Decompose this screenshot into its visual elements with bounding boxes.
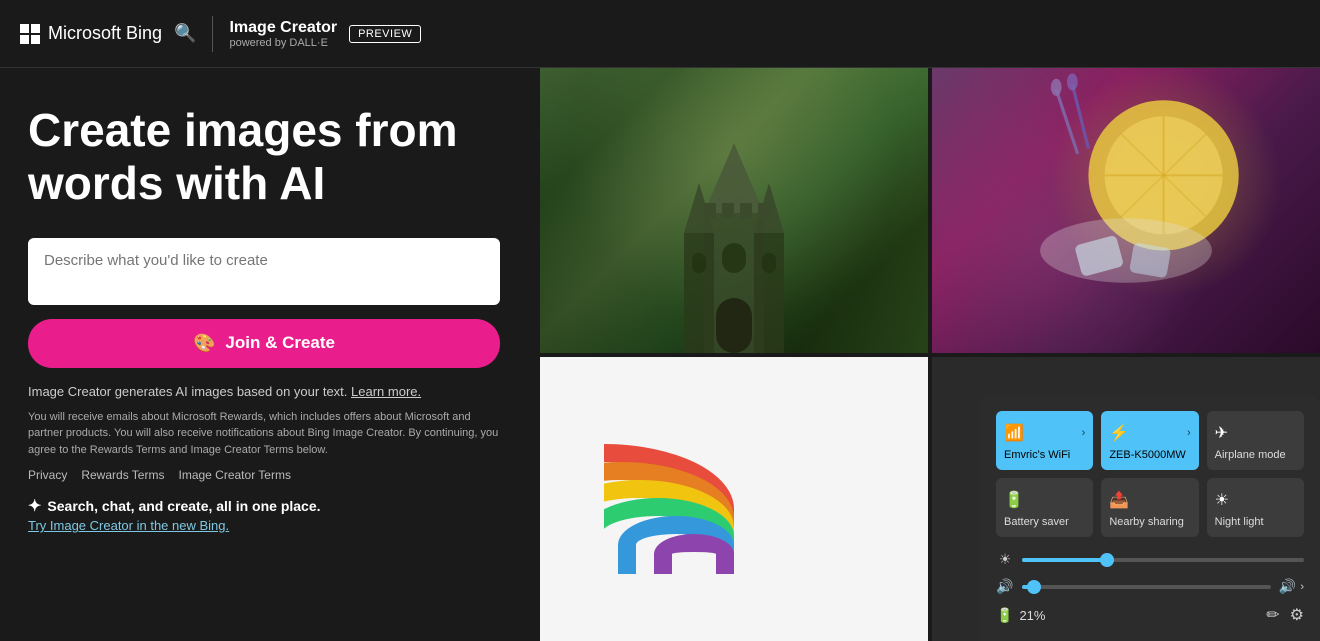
- brightness-thumb[interactable]: [1100, 553, 1114, 567]
- qs-wifi-button[interactable]: 📶 › Emvric's WiFi: [996, 411, 1093, 470]
- promo-link[interactable]: Try Image Creator in the new Bing.: [28, 518, 500, 533]
- join-create-label: Join & Create: [225, 333, 335, 353]
- wifi-icon: 📶: [1004, 423, 1024, 443]
- wifi-chevron: ›: [1082, 427, 1086, 439]
- battery-saver-label: Battery saver: [1004, 516, 1069, 529]
- airplane-label: Airplane mode: [1215, 449, 1286, 462]
- nearby-sharing-label: Nearby sharing: [1109, 516, 1184, 529]
- volume-end-icon: 🔊: [1279, 578, 1296, 595]
- brightness-row: ☀: [996, 551, 1304, 568]
- image-creator-info: Image Creator powered by DALL·E: [229, 19, 337, 49]
- hero-title: Create images from words with AI: [28, 104, 500, 210]
- airplane-icon: ✈: [1215, 423, 1228, 443]
- qs-airplane-button[interactable]: ✈ Airplane mode: [1207, 411, 1304, 470]
- windows-icon: [20, 24, 40, 44]
- image-rainbow: [540, 357, 928, 641]
- bing-logo: Microsoft Bing: [20, 23, 162, 44]
- settings-icon-button[interactable]: ⚙: [1290, 605, 1304, 625]
- main-content: Create images from words with AI 🎨 Join …: [0, 68, 1320, 641]
- volume-row: 🔊 🔊 ›: [996, 578, 1304, 595]
- header-divider: [212, 16, 213, 52]
- bluetooth-label: ZEB-K5000MW: [1109, 449, 1185, 462]
- right-panel: 📶 › Emvric's WiFi ⚡ › ZEB-K5000MW: [540, 68, 1320, 641]
- header: Microsoft Bing 🔍 Image Creator powered b…: [0, 0, 1320, 68]
- footer-link-image-creator-terms[interactable]: Image Creator Terms: [178, 468, 290, 482]
- volume-slider[interactable]: [1022, 585, 1271, 589]
- action-icons: ✏ ⚙: [1266, 605, 1304, 625]
- wifi-label: Emvric's WiFi: [1004, 449, 1070, 462]
- image-creator-subtitle: powered by DALL·E: [229, 37, 337, 49]
- footer-link-rewards[interactable]: Rewards Terms: [81, 468, 164, 482]
- castle-svg: [644, 133, 824, 353]
- learn-more-link[interactable]: Learn more.: [351, 384, 421, 399]
- footer-links: Privacy Rewards Terms Image Creator Term…: [28, 468, 500, 482]
- nearby-sharing-icon: 📤: [1109, 490, 1129, 510]
- qs-nearby-sharing-button[interactable]: 📤 Nearby sharing: [1101, 478, 1198, 537]
- night-light-icon: ☀: [1215, 490, 1229, 510]
- bottom-promo: ✦ Search, chat, and create, all in one p…: [28, 496, 500, 533]
- search-button[interactable]: 🔍: [174, 23, 196, 44]
- image-castle: [540, 68, 928, 353]
- brand-name: Microsoft Bing: [48, 23, 162, 44]
- battery-info: 🔋 21%: [996, 607, 1045, 624]
- sparkle-icon: ✦: [28, 496, 41, 516]
- rainbow-container: [604, 424, 864, 574]
- quick-settings-grid: 📶 › Emvric's WiFi ⚡ › ZEB-K5000MW: [996, 411, 1304, 537]
- battery-percent: 21%: [1019, 608, 1045, 623]
- join-create-icon: 🎨: [193, 333, 215, 354]
- small-disclaimer: You will receive emails about Microsoft …: [28, 409, 500, 459]
- quick-settings-panel: 📶 › Emvric's WiFi ⚡ › ZEB-K5000MW: [980, 395, 1320, 641]
- qs-battery-saver-button[interactable]: 🔋 Battery saver: [996, 478, 1093, 537]
- preview-badge: PREVIEW: [349, 25, 421, 43]
- left-panel: Create images from words with AI 🎨 Join …: [0, 68, 540, 641]
- disclaimer: Image Creator generates AI images based …: [28, 384, 500, 399]
- battery-saver-icon: 🔋: [1004, 490, 1024, 510]
- prompt-input-wrapper[interactable]: [28, 238, 500, 305]
- volume-thumb[interactable]: [1027, 580, 1041, 594]
- battery-row: 🔋 21% ✏ ⚙: [996, 605, 1304, 625]
- edit-icon-button[interactable]: ✏: [1266, 605, 1279, 625]
- qs-night-light-button[interactable]: ☀ Night light: [1207, 478, 1304, 537]
- image-creator-title: Image Creator: [229, 19, 337, 37]
- battery-icon: 🔋: [996, 607, 1013, 624]
- drink-svg: [932, 68, 1320, 353]
- volume-icon: 🔊: [996, 578, 1014, 595]
- promo-line1: ✦ Search, chat, and create, all in one p…: [28, 496, 500, 516]
- bluetooth-icon: ⚡: [1109, 423, 1129, 443]
- prompt-input[interactable]: [44, 252, 484, 286]
- footer-link-privacy[interactable]: Privacy: [28, 468, 67, 482]
- volume-end: 🔊 ›: [1279, 578, 1304, 595]
- night-light-label: Night light: [1215, 516, 1264, 529]
- qs-bluetooth-button[interactable]: ⚡ › ZEB-K5000MW: [1101, 411, 1198, 470]
- join-create-button[interactable]: 🎨 Join & Create: [28, 319, 500, 368]
- bt-chevron: ›: [1187, 427, 1191, 439]
- image-drink: [932, 68, 1320, 353]
- brightness-slider[interactable]: [1022, 558, 1304, 562]
- brightness-icon: ☀: [996, 551, 1014, 568]
